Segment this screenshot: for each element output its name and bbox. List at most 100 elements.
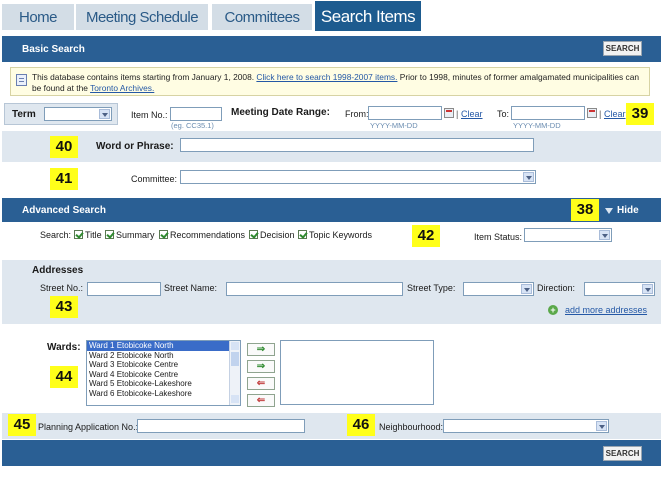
direction-select[interactable] [584, 282, 655, 296]
wards-label: Wards: [47, 342, 81, 353]
tab-meeting-schedule[interactable]: Meeting Schedule [76, 4, 208, 30]
street-name-label: Street Name: [164, 283, 218, 293]
to-label: To: [497, 109, 510, 119]
marker-39: 39 [626, 103, 654, 125]
list-item[interactable]: Ward 1 Etobicoke North [87, 341, 240, 351]
date-to-input[interactable] [511, 106, 585, 120]
tab-committees[interactable]: Committees [212, 4, 312, 30]
item-no-hint: (eg. CC35.1) [171, 121, 214, 130]
from-label: From: [345, 109, 369, 119]
chevron-down-icon [596, 421, 607, 431]
checkbox-summary[interactable] [105, 230, 114, 239]
footer-bar: SEARCH [2, 440, 661, 466]
marker-43: 43 [50, 296, 78, 318]
word-phrase-label: Word or Phrase: [96, 141, 174, 152]
advanced-search-header: Advanced Search Hide [2, 198, 661, 222]
checkbox-recommendations[interactable] [159, 230, 168, 239]
wards-scrollbar[interactable] [229, 341, 240, 405]
calendar-icon-from[interactable] [444, 108, 454, 118]
word-phrase-input[interactable] [180, 138, 534, 152]
list-item[interactable]: Ward 6 Etobicoke-Lakeshore [87, 389, 240, 399]
date-from-input[interactable] [368, 106, 442, 120]
street-name-input[interactable] [226, 282, 403, 296]
marker-40: 40 [50, 136, 78, 158]
list-item[interactable]: Ward 5 Etobicoke-Lakeshore [87, 379, 240, 389]
checkbox-title[interactable] [74, 230, 83, 239]
date-range-label: Meeting Date Range: [231, 107, 330, 118]
checkbox-summary-label: Summary [116, 230, 155, 240]
item-no-label: Item No.: [131, 110, 168, 120]
neighbourhood-label: Neighbourhood: [379, 422, 444, 432]
street-type-label: Street Type: [407, 283, 456, 293]
collapse-triangle-icon[interactable] [605, 208, 613, 214]
separator-from: | [456, 109, 459, 119]
remove-all-wards-button[interactable]: ⇐ [247, 394, 275, 407]
chevron-down-icon [99, 109, 110, 119]
from-format-hint: YYYY-MM-DD [370, 121, 418, 130]
add-ward-button[interactable]: ⇒ [247, 343, 275, 356]
hide-advanced-link[interactable]: Hide [617, 205, 639, 216]
street-type-select[interactable] [463, 282, 534, 296]
selected-wards-listbox[interactable] [280, 340, 434, 405]
scroll-down-icon[interactable] [231, 395, 239, 403]
to-format-hint: YYYY-MM-DD [513, 121, 561, 130]
scroll-thumb[interactable] [231, 352, 239, 366]
addresses-title: Addresses [32, 265, 84, 276]
list-item[interactable]: Ward 4 Etobicoke Centre [87, 370, 240, 380]
neighbourhood-select[interactable] [443, 419, 609, 433]
remove-ward-button[interactable]: ⇐ [247, 377, 275, 390]
basic-search-header: Basic Search SEARCH [2, 36, 661, 62]
list-item[interactable]: Ward 3 Etobicoke Centre [87, 360, 240, 370]
term-label: Term [12, 109, 36, 120]
wards-listbox[interactable]: Ward 1 Etobicoke North Ward 2 Etobicoke … [86, 340, 241, 406]
street-no-label: Street No.: [40, 283, 84, 293]
list-item[interactable]: Ward 2 Etobicoke North [87, 351, 240, 361]
marker-42: 42 [412, 225, 440, 247]
basic-search-title: Basic Search [22, 44, 85, 55]
clear-from-link[interactable]: Clear [461, 109, 483, 119]
chevron-down-icon [523, 172, 534, 182]
tab-home[interactable]: Home [2, 4, 74, 30]
item-status-select[interactable] [524, 228, 612, 242]
add-more-addresses-link[interactable]: add more addresses [565, 305, 647, 315]
scroll-up-icon[interactable] [231, 342, 239, 350]
item-no-input[interactable] [170, 107, 222, 121]
chevron-down-icon [521, 284, 532, 294]
tab-search-items[interactable]: Search Items [315, 1, 421, 31]
checkbox-topic-keywords-label: Topic Keywords [309, 230, 373, 240]
marker-46: 46 [347, 414, 375, 436]
direction-label: Direction: [537, 283, 576, 293]
note-icon [16, 74, 27, 86]
chevron-down-icon [642, 284, 653, 294]
calendar-icon-to[interactable] [587, 108, 597, 118]
committee-select[interactable] [180, 170, 536, 184]
planning-label: Planning Application No.: [38, 422, 139, 432]
top-nav-tabs: Home Meeting Schedule Committees Search … [0, 0, 663, 31]
notice-text-part1: This database contains items starting fr… [32, 72, 257, 82]
term-select[interactable] [44, 107, 112, 121]
archive-notice: This database contains items starting fr… [10, 67, 650, 96]
search-in-label: Search: [40, 230, 72, 240]
planning-application-input[interactable] [137, 419, 305, 433]
notice-text: This database contains items starting fr… [32, 72, 642, 94]
search-button-bottom[interactable]: SEARCH [603, 446, 642, 461]
item-status-label: Item Status: [474, 232, 523, 242]
clear-to-link[interactable]: Clear [604, 109, 626, 119]
link-toronto-archives[interactable]: Toronto Archives. [90, 83, 154, 93]
link-1998-2007-items[interactable]: Click here to search 1998-2007 items. [256, 72, 397, 82]
checkbox-recommendations-label: Recommendations [170, 230, 246, 240]
chevron-down-icon [599, 230, 610, 240]
checkbox-decision[interactable] [249, 230, 258, 239]
add-all-wards-button[interactable]: ⇒ [247, 360, 275, 373]
marker-41: 41 [50, 168, 78, 190]
search-button-top[interactable]: SEARCH [603, 41, 642, 56]
marker-45: 45 [8, 414, 36, 436]
checkbox-topic-keywords[interactable] [298, 230, 307, 239]
add-plus-icon[interactable]: + [548, 305, 558, 315]
marker-44: 44 [50, 366, 78, 388]
committee-label: Committee: [131, 174, 178, 184]
advanced-search-title: Advanced Search [22, 205, 106, 216]
separator-to: | [599, 109, 602, 119]
street-no-input[interactable] [87, 282, 161, 296]
marker-38: 38 [571, 199, 599, 221]
